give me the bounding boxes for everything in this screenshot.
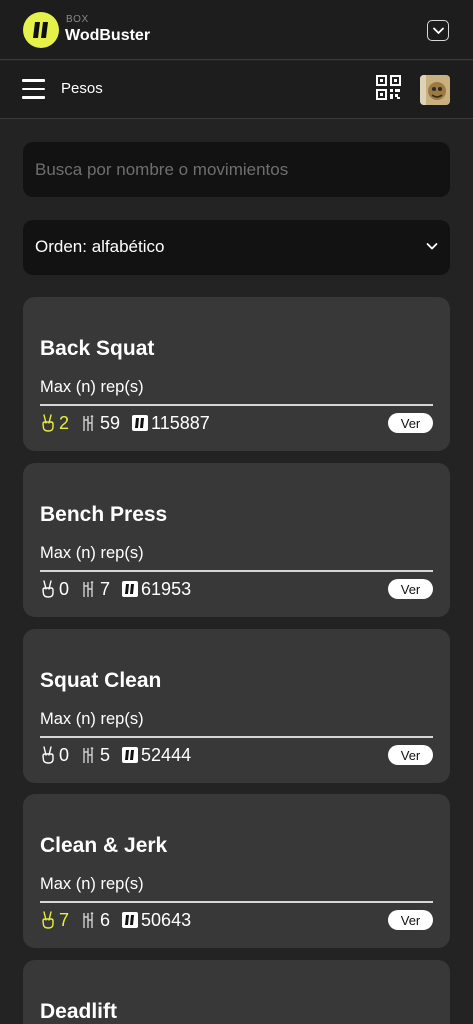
view-button[interactable]: Ver: [388, 413, 433, 433]
view-button[interactable]: Ver: [388, 579, 433, 599]
users-count: 7: [100, 578, 111, 599]
exercise-stats: 0 5 52444: [40, 744, 203, 766]
exercise-card[interactable]: Clean & Jerk Max (n) rep(s) 7 6 50643 Ve…: [23, 794, 450, 948]
divider: [40, 736, 433, 738]
peace-stat: 7: [40, 910, 69, 931]
exercise-stats: 2 59 115887: [40, 412, 222, 434]
peace-hand-icon: [42, 911, 54, 929]
chevron-down-icon: [426, 243, 438, 250]
athletes-icon: [83, 912, 94, 928]
peace-count: 0: [59, 744, 70, 765]
exercise-subtitle: Max (n) rep(s): [40, 544, 144, 562]
exercise-card[interactable]: Back Squat Max (n) rep(s) 2 59 115887 Ve…: [23, 297, 450, 451]
wodbuster-mark-icon: [122, 747, 139, 763]
peace-stat: 2: [40, 413, 69, 434]
exercise-stats: 7 6 50643: [40, 909, 203, 931]
total-count: 52444: [141, 744, 192, 765]
wodbuster-logo-icon[interactable]: [23, 12, 59, 48]
exercise-subtitle: Max (n) rep(s): [40, 875, 144, 893]
divider: [40, 901, 433, 903]
users-count: 6: [100, 909, 111, 930]
avatar-image: [420, 75, 450, 105]
total-stat: 52444: [122, 745, 191, 766]
peace-stat: 0: [40, 579, 69, 600]
users-stat: 6: [81, 910, 110, 931]
peace-hand-icon: [42, 414, 54, 432]
exercise-stats: 0 7 61953: [40, 578, 203, 600]
wodbuster-mark-icon: [122, 581, 139, 597]
exercise-subtitle: Max (n) rep(s): [40, 378, 144, 396]
chevron-down-icon: [432, 27, 444, 34]
exercise-name: Back Squat: [40, 337, 155, 360]
users-stat: 5: [81, 745, 110, 766]
users-stat: 7: [81, 579, 110, 600]
peace-hand-icon: [42, 580, 54, 598]
users-count: 5: [100, 744, 111, 765]
nav-bar: Pesos: [0, 61, 473, 119]
brand-name: WodBuster: [65, 27, 151, 44]
peace-count: 0: [59, 578, 70, 599]
logo-mark-icon: [33, 22, 48, 38]
total-stat: 115887: [132, 413, 210, 434]
avatar[interactable]: [420, 75, 450, 105]
qr-code-icon[interactable]: [376, 75, 401, 100]
exercise-card[interactable]: Deadlift: [23, 960, 450, 1024]
users-count: 59: [100, 412, 121, 433]
box-switch-button[interactable]: [427, 20, 449, 41]
peace-stat: 0: [40, 745, 69, 766]
exercise-name: Clean & Jerk: [40, 834, 168, 857]
athletes-icon: [83, 581, 94, 597]
peace-hand-icon: [42, 746, 54, 764]
view-button[interactable]: Ver: [388, 745, 433, 765]
wodbuster-mark-icon: [132, 415, 149, 431]
search-input[interactable]: [23, 142, 450, 197]
exercise-name: Deadlift: [40, 1000, 118, 1023]
view-button[interactable]: Ver: [388, 910, 433, 930]
exercise-subtitle: Max (n) rep(s): [40, 710, 144, 728]
athletes-icon: [83, 415, 94, 431]
divider: [40, 404, 433, 406]
total-stat: 61953: [122, 579, 191, 600]
exercise-card[interactable]: Bench Press Max (n) rep(s) 0 7 61953 Ver: [23, 463, 450, 617]
top-bar: BOX WodBuster: [0, 0, 473, 60]
total-count: 115887: [151, 412, 210, 433]
hamburger-menu-icon[interactable]: [22, 79, 45, 99]
exercise-card[interactable]: Squat Clean Max (n) rep(s) 0 5 52444 Ver: [23, 629, 450, 783]
users-stat: 59: [81, 413, 120, 434]
exercise-name: Bench Press: [40, 503, 168, 526]
page-title: Pesos: [61, 80, 103, 97]
divider: [40, 570, 433, 572]
total-stat: 50643: [122, 910, 191, 931]
box-label: BOX: [66, 14, 89, 25]
total-count: 61953: [141, 578, 192, 599]
sort-select[interactable]: Orden: alfabético: [23, 220, 450, 275]
peace-count: 2: [59, 412, 70, 433]
total-count: 50643: [141, 909, 192, 930]
athletes-icon: [83, 747, 94, 763]
peace-count: 7: [59, 909, 70, 930]
wodbuster-mark-icon: [122, 912, 139, 928]
exercise-name: Squat Clean: [40, 669, 162, 692]
sort-select-label: Orden: alfabético: [35, 237, 165, 256]
